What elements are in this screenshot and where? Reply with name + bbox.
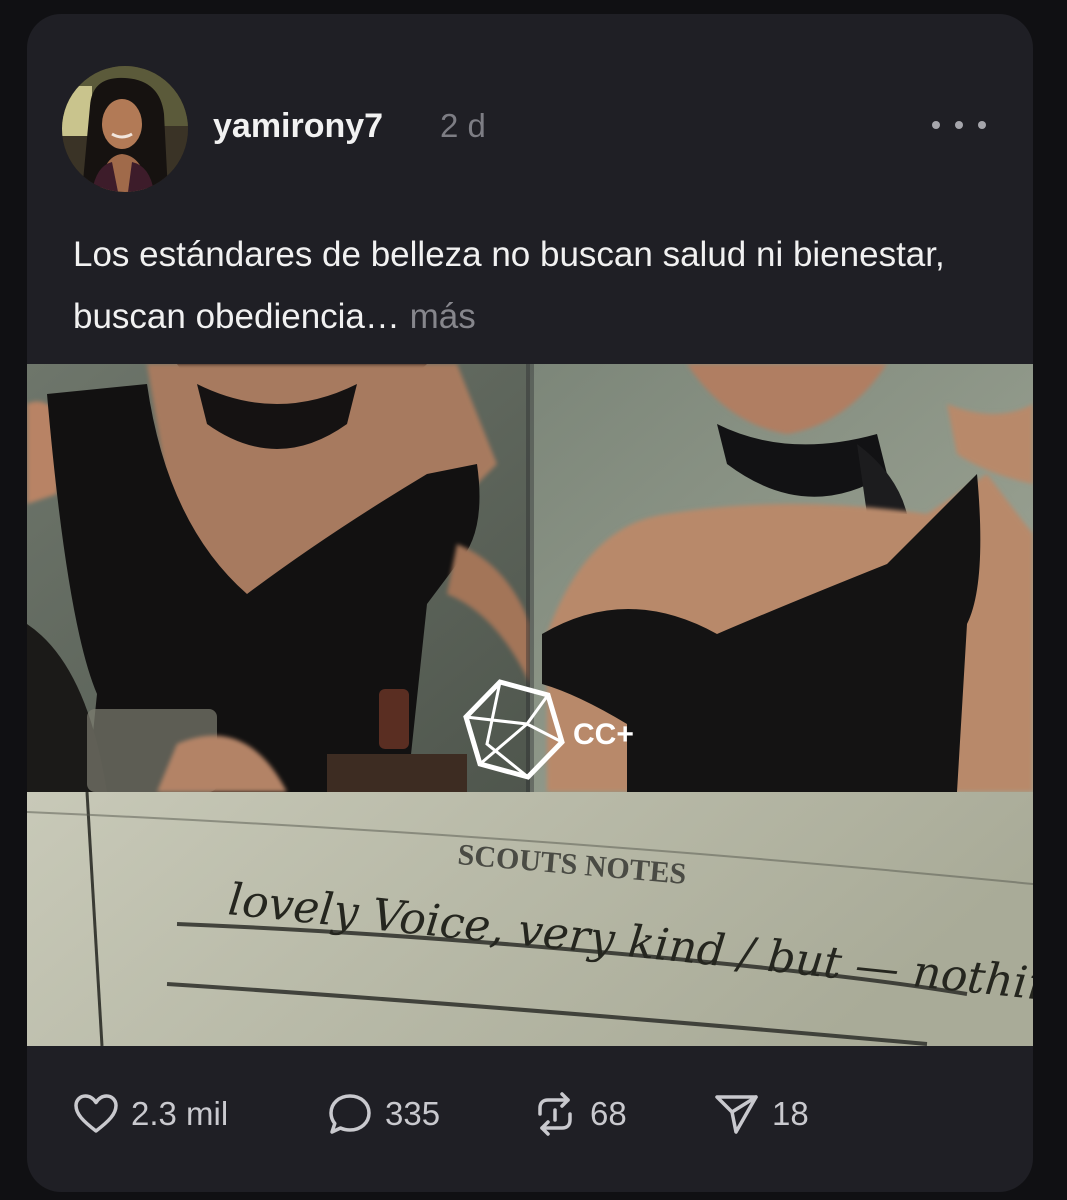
comment-icon [329,1094,371,1134]
username[interactable]: yamirony7 [213,106,383,146]
send-icon [715,1095,758,1134]
watermark-text: CC+ [573,718,634,751]
post-image[interactable]: CC+ SCOUTS NOTES lovely Voice, very kind… [27,364,1033,1046]
comment-button[interactable]: 335 [327,1092,440,1136]
post-card: yamirony7 2 d Los estándares de belleza … [27,14,1033,1192]
like-button[interactable]: 2.3 mil [73,1092,228,1136]
more-options-button[interactable] [932,112,986,138]
repost-count: 68 [590,1095,627,1132]
like-count: 2.3 mil [131,1095,229,1132]
post-timestamp: 2 d [440,107,486,144]
post-text: Los estándares de belleza no buscan salu… [73,224,1003,348]
comment-count: 335 [385,1095,441,1132]
dot-icon [978,121,986,129]
repost-icon [538,1092,572,1136]
share-count: 18 [772,1095,809,1132]
read-more-link[interactable]: más [410,297,476,336]
heart-icon [74,1094,118,1133]
meme-image: CC+ SCOUTS NOTES lovely Voice, very kind… [27,364,1033,1046]
dot-icon [955,121,963,129]
dot-icon [932,121,940,129]
post-body: Los estándares de belleza no buscan salu… [73,235,945,336]
repost-button[interactable]: 68 [532,1092,627,1136]
avatar-image [62,66,188,192]
avatar[interactable] [62,66,188,192]
share-button[interactable]: 18 [714,1092,809,1136]
